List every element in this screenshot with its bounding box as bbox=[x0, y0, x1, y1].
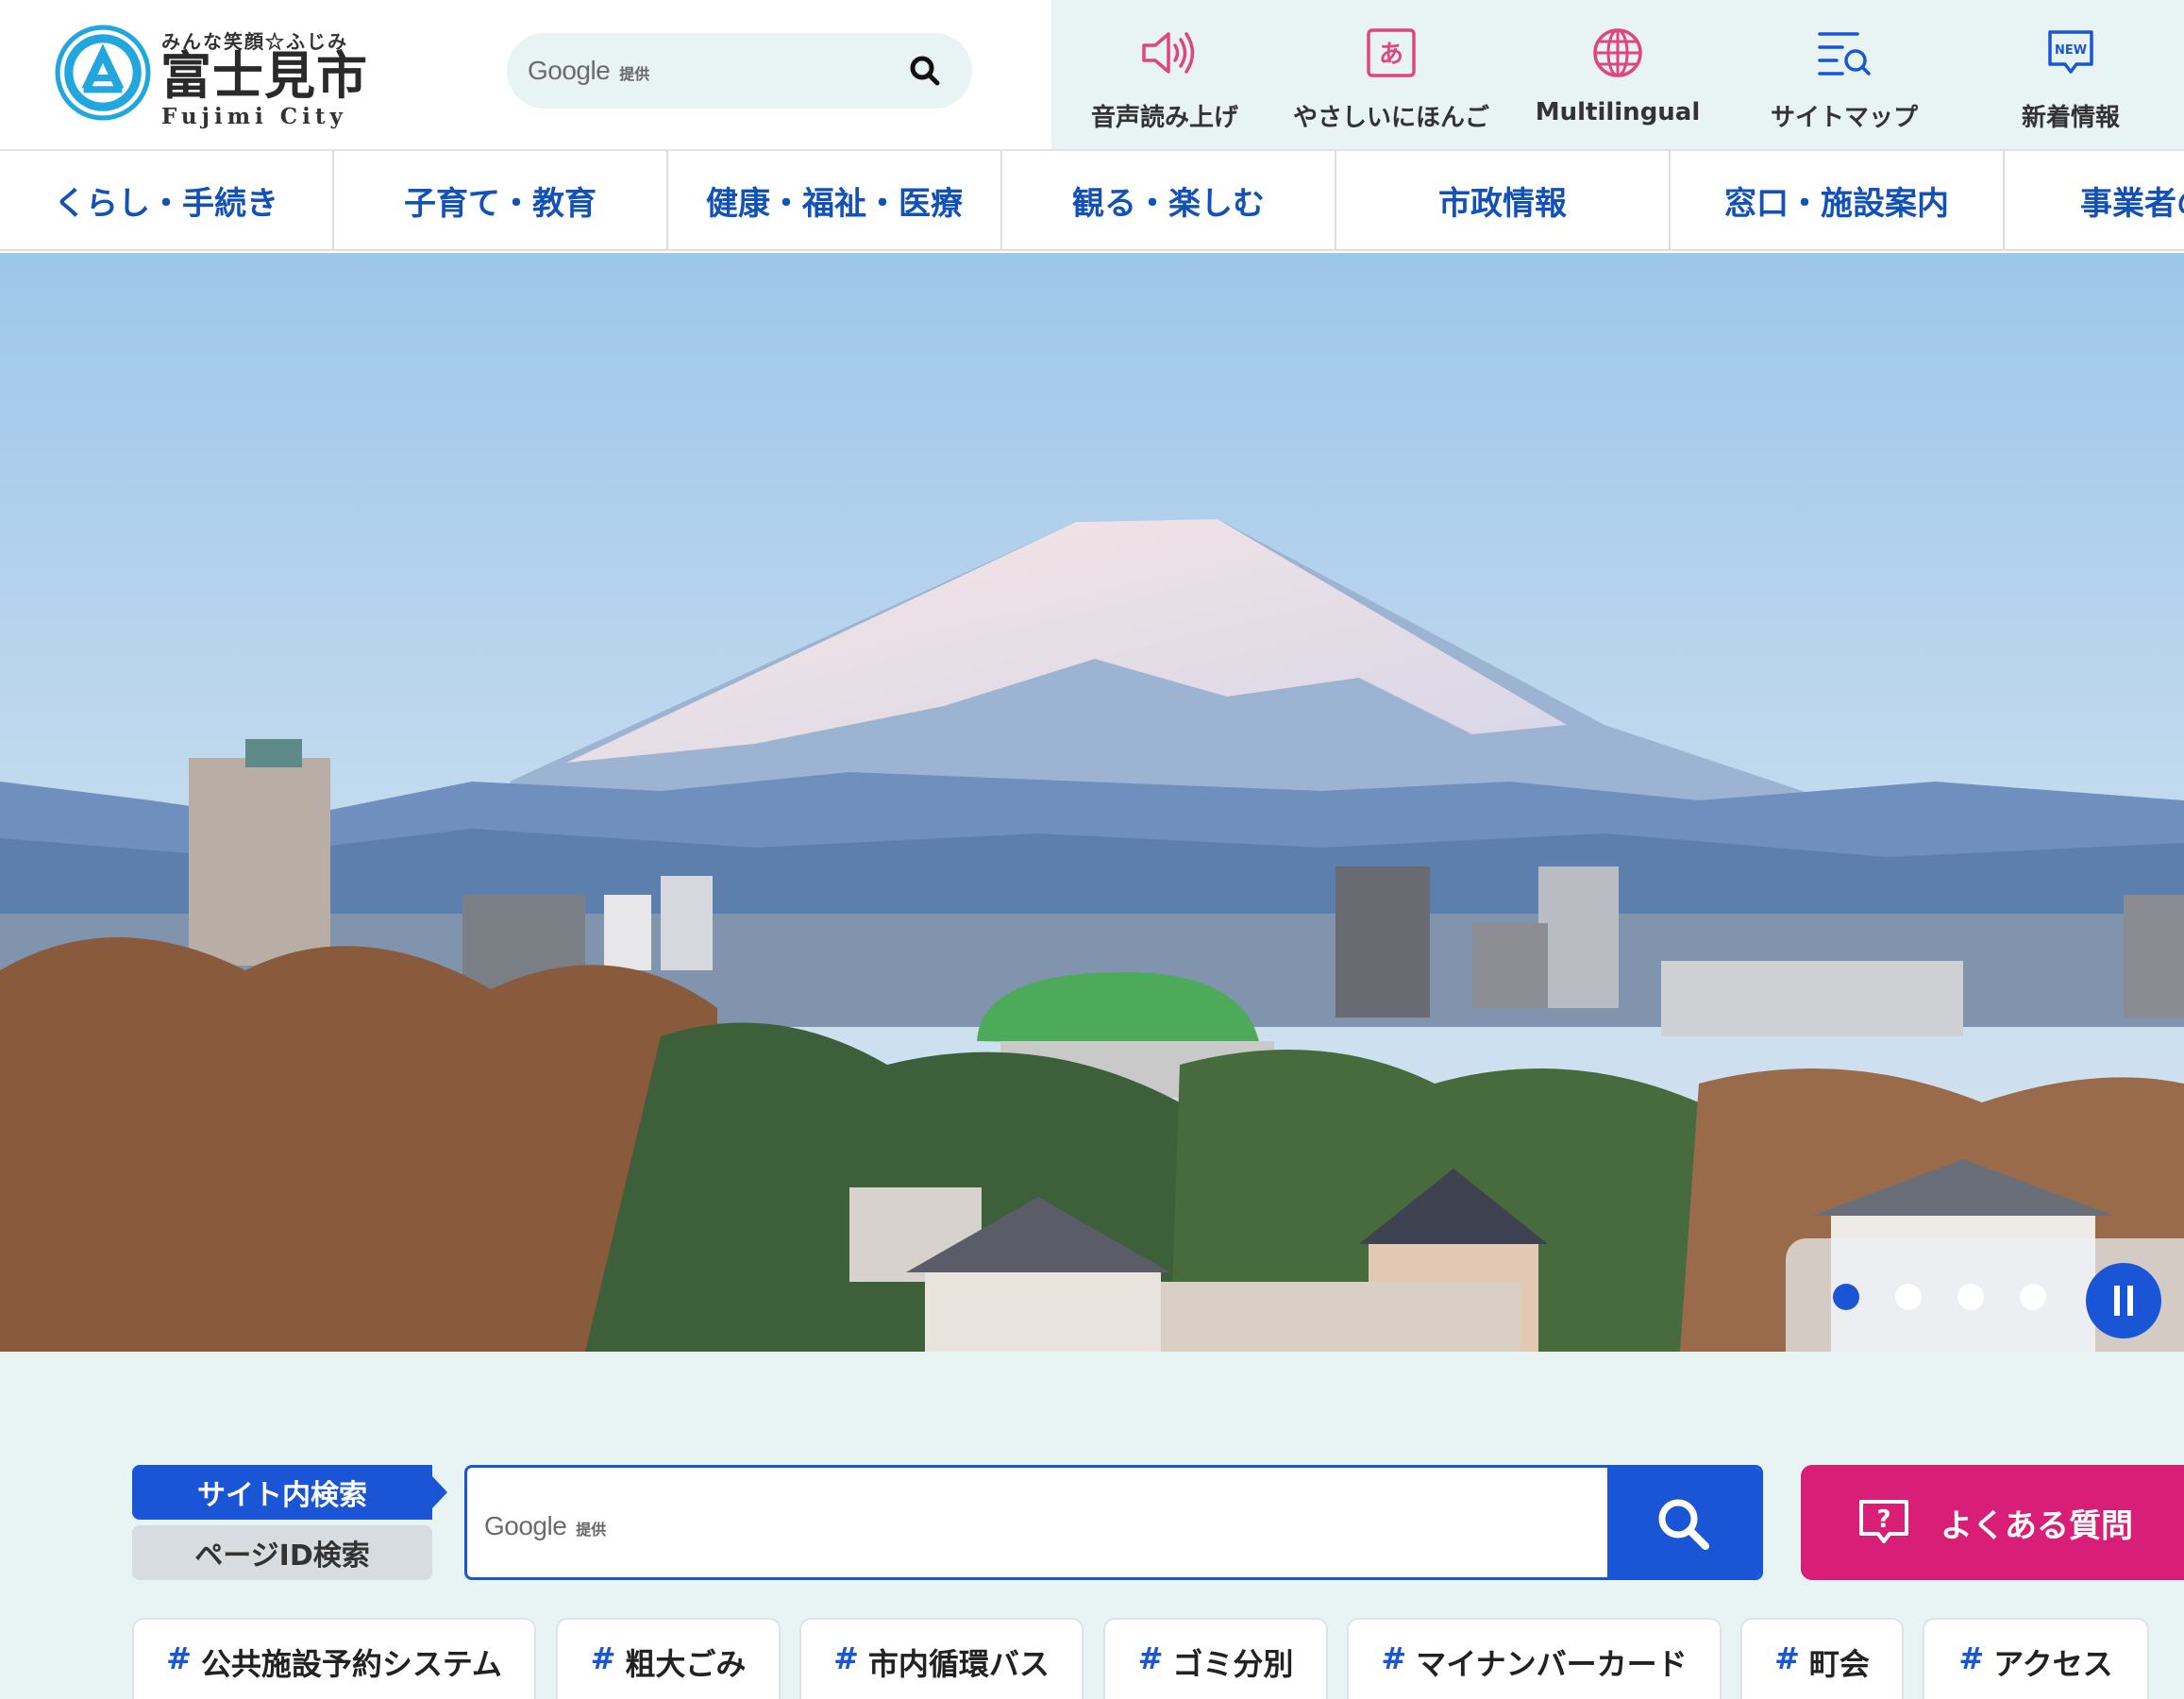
main-search-box: Google 提供 bbox=[464, 1465, 1763, 1580]
hash-icon: # bbox=[1137, 1640, 1164, 1676]
util-label: やさしいにほんご bbox=[1292, 104, 1489, 132]
hero-slider bbox=[0, 253, 2184, 1352]
search-icon bbox=[910, 56, 940, 86]
utility-menu: 音声読み上げ あ やさしいにほんご Multilingual サイトマップ NE… bbox=[1051, 0, 2184, 149]
logo-city-name: 富士見市 bbox=[160, 45, 368, 106]
faq-button[interactable]: ? よくある質問 bbox=[1801, 1465, 2184, 1580]
nav-living-procedures[interactable]: くらし・手続き bbox=[0, 151, 334, 249]
google-logo-text: Google bbox=[528, 56, 611, 85]
header-search-input[interactable] bbox=[630, 42, 894, 99]
util-whats-new[interactable]: NEW 新着情報 bbox=[1962, 23, 2179, 136]
google-logo-text: Google bbox=[484, 1511, 567, 1540]
main-search-input[interactable] bbox=[628, 1487, 1571, 1562]
keyword-label: 公共施設予約システム bbox=[200, 1646, 502, 1682]
util-sitemap[interactable]: サイトマップ bbox=[1736, 23, 1953, 136]
global-nav: くらし・手続き 子育て・教育 健康・福祉・医療 観る・楽しむ 市政情報 窓口・施… bbox=[0, 151, 2184, 251]
keyword-label: 町会 bbox=[1808, 1646, 1870, 1682]
util-label: 音声読み上げ bbox=[1090, 104, 1238, 132]
nav-businesses[interactable]: 事業者の bbox=[2005, 151, 2184, 249]
hash-icon: # bbox=[1381, 1640, 1407, 1676]
keyword-label: 粗大ごみ bbox=[625, 1646, 747, 1682]
util-read-aloud[interactable]: 音声読み上げ bbox=[1056, 23, 1273, 136]
keyword-label: マイナンバーカード bbox=[1416, 1646, 1688, 1682]
svg-text:?: ? bbox=[1876, 1506, 1890, 1534]
logo-romaji: Fujimi City bbox=[161, 104, 347, 129]
speaker-icon bbox=[1142, 32, 1195, 74]
svg-text:あ: あ bbox=[1379, 41, 1403, 69]
slide-dot-2[interactable] bbox=[1895, 1284, 1922, 1310]
util-easy-japanese[interactable]: あ やさしいにほんご bbox=[1283, 23, 1500, 136]
main-search-button[interactable] bbox=[1607, 1468, 1760, 1577]
header-search-box: Google 提供 bbox=[507, 33, 972, 109]
slider-pause-button[interactable] bbox=[2086, 1263, 2161, 1338]
question-bubble-icon: ? bbox=[1859, 1500, 1908, 1543]
keyword-label: ゴミ分別 bbox=[1172, 1646, 1294, 1682]
hash-icon: # bbox=[1958, 1640, 1985, 1676]
google-brand: Google 提供 bbox=[484, 1511, 606, 1541]
city-emblem-icon bbox=[55, 25, 151, 121]
site-header: みんな笑顔☆ふじみ 富士見市 Fujimi City Google 提供 音声読… bbox=[0, 0, 2184, 151]
hash-icon: # bbox=[590, 1640, 616, 1676]
keyword-label: 市内循環バス bbox=[867, 1646, 1050, 1682]
keyword-tag[interactable]: # ゴミ分別 bbox=[1103, 1618, 1328, 1699]
nav-city-administration[interactable]: 市政情報 bbox=[1336, 151, 1671, 249]
hero-image-mount-fuji bbox=[0, 253, 2184, 1352]
popular-keywords: # 公共施設予約システム # 粗大ごみ # 市内循環バス # ゴミ分別 # マイナンバーカ… bbox=[0, 1618, 2184, 1699]
slide-dot-4[interactable] bbox=[2020, 1284, 2046, 1310]
nav-childcare-education[interactable]: 子育て・教育 bbox=[334, 151, 668, 249]
util-label: 新着情報 bbox=[2021, 104, 2120, 132]
nav-health-welfare[interactable]: 健康・福祉・医療 bbox=[668, 151, 1002, 249]
keyword-label: アクセス bbox=[1993, 1646, 2113, 1682]
keyword-tag[interactable]: # アクセス bbox=[1923, 1618, 2149, 1699]
search-icon bbox=[1658, 1499, 1709, 1550]
site-logo[interactable]: みんな笑顔☆ふじみ 富士見市 Fujimi City bbox=[55, 25, 368, 129]
faq-label: よくある質問 bbox=[1940, 1506, 2133, 1545]
slide-dot-3[interactable] bbox=[1957, 1284, 1984, 1310]
slide-dot-1[interactable] bbox=[1833, 1284, 1859, 1310]
util-label: Multilingual bbox=[1535, 98, 1701, 126]
keyword-tag[interactable]: # 粗大ごみ bbox=[556, 1618, 781, 1699]
keyword-tag[interactable]: # 市内循環バス bbox=[799, 1618, 1084, 1699]
hash-icon: # bbox=[833, 1640, 859, 1676]
sitemap-search-icon bbox=[1818, 32, 1871, 76]
new-badge-icon: NEW bbox=[2048, 30, 2093, 74]
keyword-tag[interactable]: # 町会 bbox=[1740, 1618, 1904, 1699]
util-label: サイトマップ bbox=[1770, 104, 1918, 132]
tab-site-search[interactable]: サイト内検索 bbox=[132, 1465, 447, 1520]
util-multilingual[interactable]: Multilingual bbox=[1509, 23, 1726, 136]
hash-icon: # bbox=[166, 1640, 192, 1676]
hash-icon: # bbox=[1774, 1640, 1800, 1676]
hiragana-a-icon: あ bbox=[1367, 28, 1416, 77]
header-search-button[interactable] bbox=[906, 52, 944, 90]
slider-controls bbox=[1786, 1238, 2184, 1352]
tab-page-id-search[interactable]: ページID検索 bbox=[132, 1525, 432, 1580]
globe-icon bbox=[1593, 28, 1642, 77]
svg-text:NEW: NEW bbox=[2055, 43, 2087, 58]
keyword-tag[interactable]: # マイナンバーカード bbox=[1347, 1618, 1722, 1699]
provided-by-text: 提供 bbox=[576, 1521, 607, 1539]
keyword-tag[interactable]: # 公共施設予約システム bbox=[132, 1618, 536, 1699]
nav-facilities[interactable]: 窓口・施設案内 bbox=[1671, 151, 2005, 249]
site-search-section: サイト内検索 ページID検索 Google 提供 ? よくある質問 # 公共施設予… bbox=[0, 1352, 2184, 1699]
nav-sightseeing[interactable]: 観る・楽しむ bbox=[1002, 151, 1336, 249]
